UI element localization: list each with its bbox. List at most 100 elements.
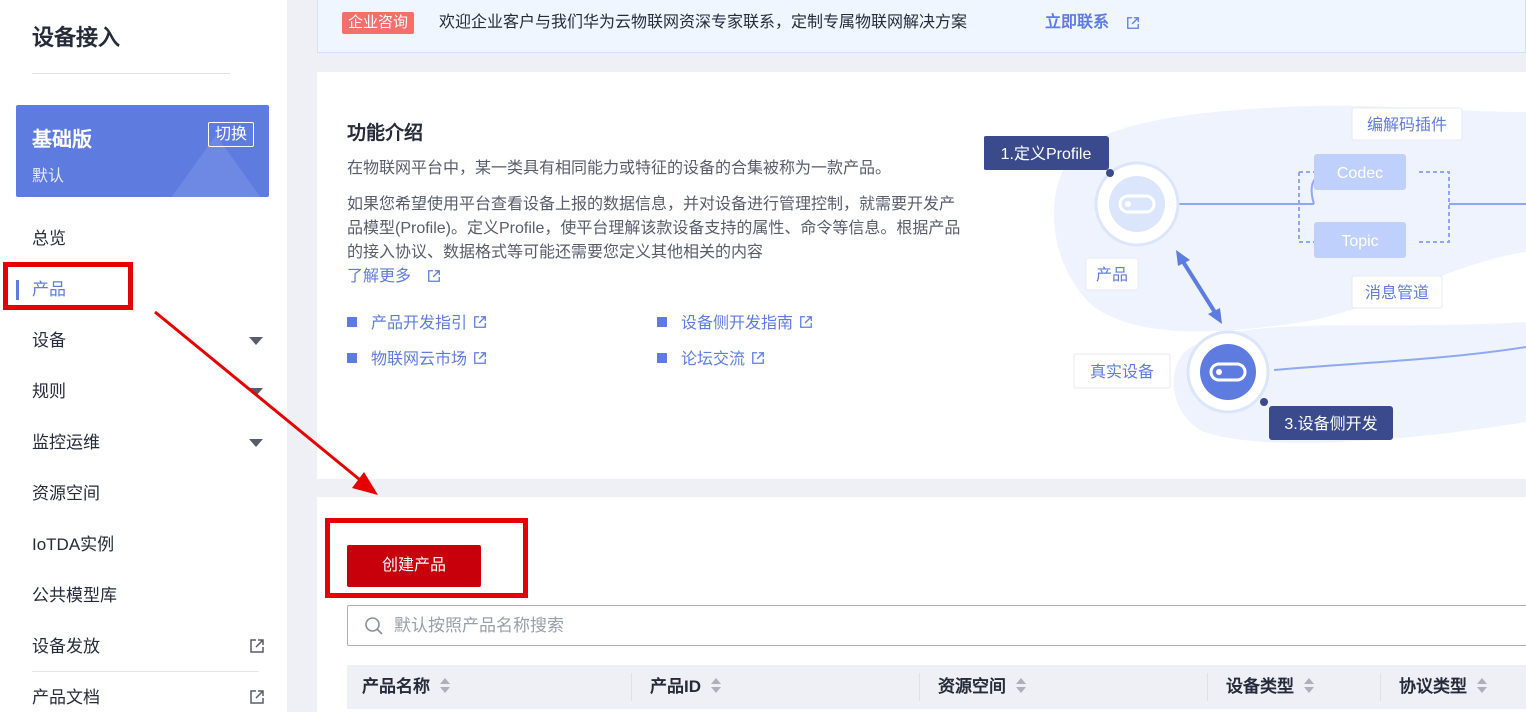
intro-paragraph-2: 如果您希望使用平台查看设备上报的数据信息，并对设备进行管理控制，就需要开发产品模… <box>347 196 961 261</box>
column-label: 资源空间 <box>938 677 1006 696</box>
step1-label: 1.定义Profile <box>1001 145 1092 163</box>
sort-icon[interactable] <box>1477 678 1487 694</box>
link-label: 产品开发指引 <box>371 315 468 332</box>
sidebar-item-label: 设备发放 <box>32 637 100 656</box>
sidebar-item-label: 产品文档 <box>32 688 100 707</box>
external-link-icon <box>428 270 440 282</box>
diagram-anchor-dot <box>1106 169 1114 177</box>
column-separator <box>1380 673 1381 701</box>
sidebar-item-label: 资源空间 <box>32 484 100 503</box>
sidebar-item-device[interactable]: 设备 <box>0 315 287 366</box>
sidebar-item-iotda-instance[interactable]: IoTDA实例 <box>0 519 287 570</box>
enterprise-consult-banner: 企业咨询 欢迎企业客户与我们华为云物联网资深专家联系，定制专属物联网解决方案 立… <box>317 0 1526 53</box>
column-header-product-name[interactable]: 产品名称 <box>347 665 450 709</box>
external-link-icon <box>1127 17 1139 29</box>
column-label: 协议类型 <box>1399 677 1467 696</box>
sort-icon[interactable] <box>711 678 721 694</box>
sidebar-item-label: IoTDA实例 <box>32 535 115 554</box>
column-label: 设备类型 <box>1226 677 1294 696</box>
product-node-label: 产品 <box>1096 266 1128 284</box>
column-separator <box>1207 673 1208 701</box>
sidebar-item-label: 设备 <box>32 331 66 350</box>
chevron-down-icon <box>249 388 263 396</box>
sidebar-item-label: 公共模型库 <box>32 586 117 605</box>
sidebar-item-overview[interactable]: 总览 <box>0 213 287 264</box>
device-dev-guide-link[interactable]: 设备侧开发指南 <box>657 312 813 336</box>
contact-now-link[interactable]: 立即联系 <box>1045 12 1109 34</box>
column-label: 产品名称 <box>362 677 430 696</box>
sidebar-item-label: 规则 <box>32 382 66 401</box>
product-dev-guide-link[interactable]: 产品开发指引 <box>347 312 487 336</box>
external-link-icon <box>250 690 264 704</box>
sidebar-item-resource-space[interactable]: 资源空间 <box>0 468 287 519</box>
external-link-icon <box>474 316 486 328</box>
sidebar-title: 设备接入 <box>32 25 121 50</box>
column-header-product-id[interactable]: 产品ID <box>635 665 721 709</box>
intro-title: 功能介绍 <box>347 123 424 144</box>
column-header-device-type[interactable]: 设备类型 <box>1211 665 1314 709</box>
external-link-icon <box>800 316 812 328</box>
diagram-anchor-dot <box>1260 398 1268 406</box>
real-device-node-inner <box>1200 344 1256 400</box>
search-icon <box>365 617 383 635</box>
bullet-square-icon <box>657 317 667 327</box>
product-search-input[interactable] <box>394 606 1494 645</box>
sort-icon[interactable] <box>440 678 450 694</box>
iot-marketplace-link[interactable]: 物联网云市场 <box>347 348 487 372</box>
message-pipe-label: 消息管道 <box>1365 284 1429 302</box>
sidebar-nav: 总览 产品 设备 规则 监控运维 资源空间 IoTDA实例 公共模型库 设备发放… <box>0 213 287 712</box>
codec-label: Codec <box>1337 165 1383 182</box>
intro-paragraph-1: 在物联网平台中，某一类具有相同能力或特征的设备的合集被称为一款产品。 <box>347 160 892 177</box>
step3-label: 3.设备侧开发 <box>1284 415 1377 433</box>
device-icon-dot <box>1216 369 1222 375</box>
sidebar-item-product[interactable]: 产品 <box>0 264 287 315</box>
chevron-down-icon <box>249 439 263 447</box>
banner-text: 欢迎企业客户与我们华为云物联网资深专家联系，定制专属物联网解决方案 <box>439 14 968 31</box>
product-flow-diagram: Codec Topic 编解码插件 消息管道 产品 1.定义Profile 真实… <box>984 105 1526 443</box>
feature-intro-panel: 功能介绍 在物联网平台中，某一类具有相同能力或特征的设备的合集被称为一款产品。 … <box>317 72 1526 479</box>
codec-plugin-label: 编解码插件 <box>1367 116 1447 134</box>
column-separator <box>631 673 632 701</box>
edition-subtitle: 默认 <box>32 168 65 185</box>
forum-link[interactable]: 论坛交流 <box>657 348 765 372</box>
sidebar-item-label: 产品 <box>32 280 66 299</box>
edition-name: 基础版 <box>32 129 92 151</box>
sidebar-item-label: 监控运维 <box>32 433 100 452</box>
column-header-protocol-type[interactable]: 协议类型 <box>1384 665 1487 709</box>
sidebar-item-monitoring[interactable]: 监控运维 <box>0 417 287 468</box>
create-product-button[interactable]: 创建产品 <box>347 545 481 587</box>
edition-switch-button[interactable]: 切换 <box>207 122 254 147</box>
sidebar-item-device-provisioning[interactable]: 设备发放 <box>0 621 287 672</box>
sidebar-item-rules[interactable]: 规则 <box>0 366 287 417</box>
product-search-box <box>347 605 1526 646</box>
product-node-inner <box>1109 176 1165 232</box>
sidebar-item-product-docs[interactable]: 产品文档 <box>0 672 287 712</box>
real-device-label: 真实设备 <box>1090 363 1154 381</box>
external-link-icon <box>250 639 264 653</box>
sidebar-item-public-model-library[interactable]: 公共模型库 <box>0 570 287 621</box>
link-label: 论坛交流 <box>681 351 746 368</box>
column-separator <box>919 673 920 701</box>
bullet-square-icon <box>347 353 357 363</box>
external-link-icon <box>752 352 764 364</box>
product-list-panel: 创建产品 产品名称 产品ID 资源空间 设备类型 协议类型 <box>317 497 1526 712</box>
column-label: 产品ID <box>650 677 701 696</box>
bullet-square-icon <box>657 353 667 363</box>
sidebar: 设备接入 基础版 默认 切换 总览 产品 设备 规则 监控运维 资源空间 IoT… <box>0 0 287 712</box>
bullet-square-icon <box>347 317 357 327</box>
external-link-icon <box>474 352 486 364</box>
column-header-resource-space[interactable]: 资源空间 <box>923 665 1026 709</box>
topic-label: Topic <box>1341 233 1378 250</box>
link-label: 设备侧开发指南 <box>681 315 794 332</box>
sort-icon[interactable] <box>1304 678 1314 694</box>
product-table-header: 产品名称 产品ID 资源空间 设备类型 协议类型 <box>347 665 1526 709</box>
edition-card: 基础版 默认 切换 <box>16 105 269 197</box>
sidebar-item-label: 总览 <box>32 229 66 248</box>
chevron-down-icon <box>249 337 263 345</box>
learn-more-link[interactable]: 了解更多 <box>347 265 411 289</box>
banner-tag: 企业咨询 <box>342 12 415 34</box>
product-icon-dot <box>1125 201 1131 207</box>
link-label: 物联网云市场 <box>371 351 468 368</box>
sort-icon[interactable] <box>1016 678 1026 694</box>
sidebar-divider <box>32 73 230 74</box>
